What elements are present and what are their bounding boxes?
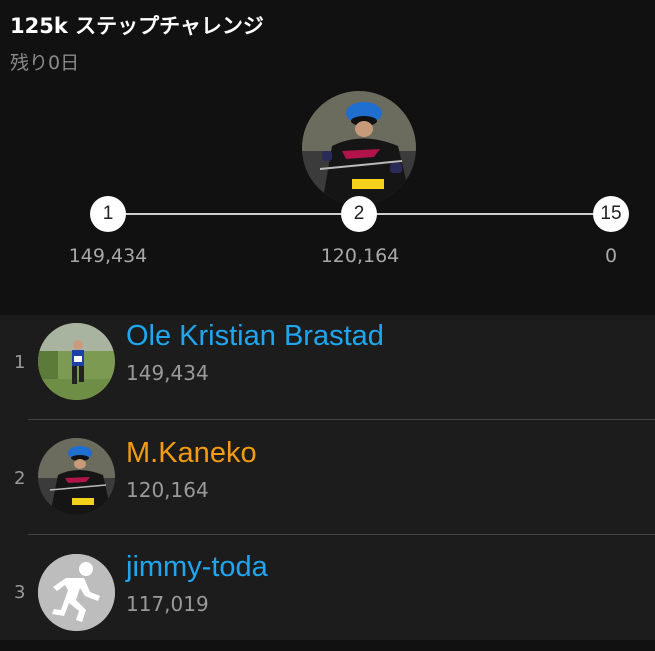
rank-number: 1: [14, 352, 26, 373]
challenge-title: 125k ステップチャレンジ: [10, 14, 264, 38]
participant-name[interactable]: Ole Kristian Brastad: [126, 320, 384, 353]
leaderboard-row[interactable]: 1 Ole Kristian Brastad 149,434: [0, 315, 655, 430]
step-count: 117,019: [126, 592, 209, 616]
rank-marker-15: 15: [593, 196, 629, 232]
rank-marker-1: 1: [90, 196, 126, 232]
rank-number: 3: [14, 582, 26, 603]
marker-value-1: 149,434: [68, 245, 148, 267]
participant-name[interactable]: jimmy-toda: [126, 551, 268, 584]
rank-number: 2: [14, 468, 26, 489]
current-user-avatar[interactable]: [302, 91, 416, 205]
cyclist-photo: [302, 91, 416, 205]
step-count: 120,164: [126, 478, 209, 502]
runner-photo: [38, 323, 115, 400]
row-divider: [28, 534, 655, 535]
cyclist-avatar[interactable]: [38, 438, 115, 515]
leaderboard-row[interactable]: 3 jimmy-toda 117,019: [0, 536, 655, 651]
participant-name[interactable]: M.Kaneko: [126, 437, 257, 470]
running-person-icon: [38, 554, 115, 631]
marker-value-2: 120,164: [320, 245, 400, 267]
challenge-header: 125k ステップチャレンジ 残り0日 1 2 15 149,434 120,1…: [0, 0, 655, 315]
row-divider: [28, 419, 655, 420]
leaderboard-list: 1 Ole Kristian Brastad 149,434 2 M.Kanek…: [0, 315, 655, 640]
runner-avatar[interactable]: [38, 323, 115, 400]
days-left-label: 残り0日: [10, 52, 80, 74]
leaderboard-row[interactable]: 2 M.Kaneko 120,164: [0, 421, 655, 536]
default-avatar[interactable]: [38, 554, 115, 631]
rank-marker-2: 2: [341, 196, 377, 232]
cyclist-photo: [38, 438, 115, 515]
marker-value-15: 0: [604, 245, 618, 267]
step-count: 149,434: [126, 361, 209, 385]
